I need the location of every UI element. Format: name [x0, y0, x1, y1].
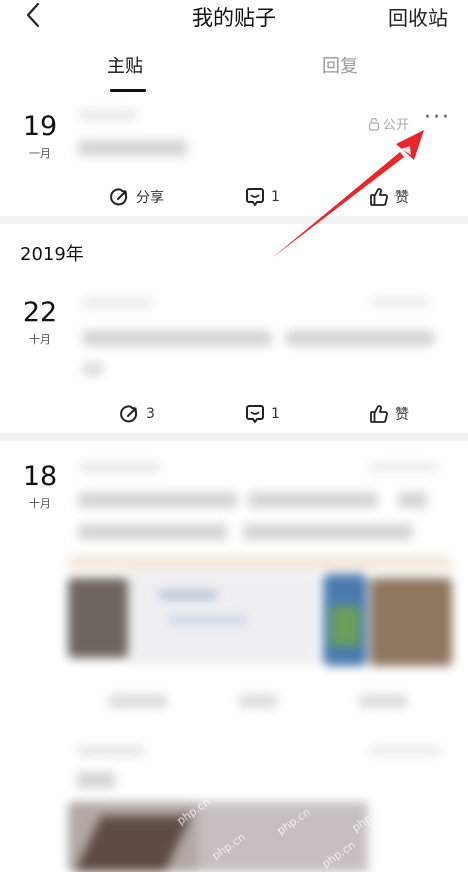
top-bar: 我的贴子 回收站 — [0, 0, 468, 30]
post-day: 22 — [22, 297, 58, 328]
comment-button[interactable]: 1 — [245, 404, 280, 424]
like-button[interactable]: 赞 — [369, 187, 409, 207]
thumbs-up-icon — [370, 405, 388, 423]
share-icon — [110, 188, 128, 206]
visibility-text: 公开 — [383, 118, 410, 133]
tab-main-posts[interactable]: 主贴 — [107, 52, 143, 78]
like-label: 赞 — [395, 407, 409, 423]
comment-button[interactable]: 1 — [245, 187, 280, 207]
share-count: 3 — [146, 406, 155, 422]
section-divider — [0, 433, 468, 441]
comment-icon — [246, 188, 264, 206]
comment-count: 1 — [271, 189, 280, 205]
like-label: 赞 — [395, 190, 409, 206]
blurred-post-content — [68, 456, 452, 872]
section-divider — [0, 216, 468, 224]
visibility-label: 公开 — [368, 114, 409, 133]
comment-count: 1 — [271, 406, 280, 422]
comment-icon — [246, 405, 264, 423]
blurred-post-content — [68, 104, 208, 172]
recycle-bin-button[interactable]: 回收站 — [388, 2, 448, 31]
active-tab-indicator — [110, 89, 146, 92]
tab-replies[interactable]: 回复 — [322, 52, 358, 78]
more-options-button[interactable]: ··· — [424, 105, 451, 130]
more-dots-icon: ··· — [424, 105, 451, 130]
blurred-post-content — [70, 292, 445, 384]
post-month: 十月 — [29, 333, 51, 346]
like-button[interactable]: 赞 — [369, 404, 409, 424]
share-label: 分享 — [136, 190, 164, 206]
share-icon — [120, 405, 138, 423]
thumbs-up-icon — [370, 188, 388, 206]
share-button[interactable]: 3 — [120, 404, 155, 424]
share-button[interactable]: 分享 — [110, 187, 164, 207]
tab-bar: 主贴 回复 — [0, 52, 468, 92]
year-heading: 2019年 — [20, 244, 84, 265]
lock-icon — [368, 117, 380, 131]
